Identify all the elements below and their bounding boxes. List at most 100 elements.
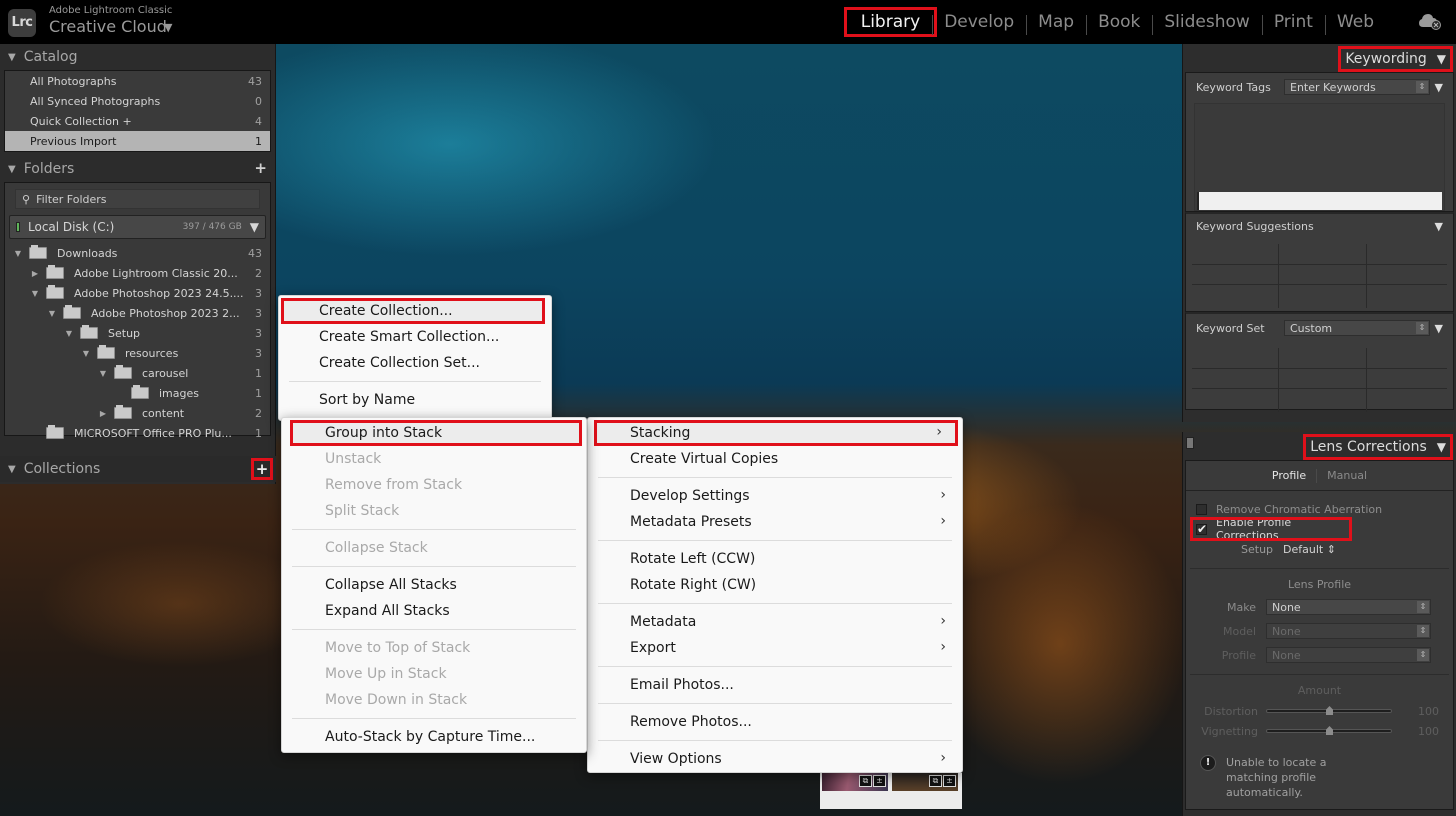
menu-item-label: Email Photos... [630,677,734,693]
menu-item-create-virtual-copies[interactable]: Create Virtual Copies [588,446,962,472]
collapse-triangle-icon[interactable]: ▼ [1435,220,1443,233]
collapse-triangle-icon[interactable]: ▼ [1435,81,1443,94]
volume-bar[interactable]: Local Disk (C:) 397 / 476 GB ▼ [9,215,266,239]
lens-corrections-header[interactable]: Lens Corrections ▼ [1183,432,1456,460]
folder-row[interactable]: ▼ resources 3 [5,343,270,363]
enable-profile-corrections-checkbox[interactable]: ✔ Enable Profile Corrections [1190,516,1352,542]
keyword-tags-area[interactable] [1194,103,1445,211]
tab-manual[interactable]: Manual [1327,469,1367,482]
menu-item-group-into-stack[interactable]: Group into Stack [290,420,582,446]
vignetting-slider[interactable] [1266,726,1392,735]
folder-row[interactable]: ▶ Adobe Lightroom Classic 20... 2 [5,263,270,283]
expand-triangle-icon[interactable]: ▶ [98,409,108,418]
profile-select[interactable]: None ⇕ [1266,647,1431,663]
menu-item-auto-stack-by-capture-time[interactable]: Auto-Stack by Capture Time... [282,724,586,750]
menu-separator [598,477,952,478]
add-folder-icon[interactable]: + [254,159,267,177]
folder-row[interactable]: ▼ Adobe Photoshop 2023 2... 3 [5,303,270,323]
folder-icon [114,365,132,379]
module-slideshow[interactable]: Slideshow [1152,12,1261,35]
identity-plate[interactable]: Creative Cloud [49,17,167,36]
keywording-title-box[interactable]: Keywording ▼ [1338,46,1453,72]
identity-caret-icon[interactable]: ▼ [164,21,172,34]
menu-separator [598,703,952,704]
menu-item-remove-photos[interactable]: Remove Photos... [588,709,962,735]
add-collection-button[interactable]: + [251,458,273,480]
folder-row[interactable]: ▼ Adobe Photoshop 2023 24.5.... 3 [5,283,270,303]
folder-row[interactable]: ▶ content 2 [5,403,270,423]
chevron-right-icon: › [940,513,946,529]
module-print[interactable]: Print [1261,12,1325,35]
module-map[interactable]: Map [1026,12,1086,35]
collapse-triangle-icon[interactable]: ▼ [64,329,74,338]
expand-triangle-icon[interactable]: ▶ [30,269,40,278]
filter-folders-input[interactable]: ⚲ Filter Folders [15,189,260,209]
menu-item-view-options[interactable]: View Options › [588,746,962,772]
catalog-item-quick-collection[interactable]: Quick Collection + 4 [5,111,270,131]
folder-row[interactable]: images 1 [5,383,270,403]
folder-row[interactable]: MICROSOFT Office PRO Plu... 1 [5,423,270,443]
slider-knob[interactable] [1326,706,1333,715]
collapse-triangle-icon[interactable]: ▼ [1435,322,1443,335]
setup-select[interactable]: Default ⇕ [1283,543,1336,556]
lens-corrections-title-box[interactable]: Lens Corrections ▼ [1303,434,1453,460]
tab-profile[interactable]: Profile [1272,469,1306,482]
menu-item-label: Export [630,640,676,656]
thumbnail[interactable]: ⧉ ± [822,773,888,791]
collapse-triangle-icon: ▼ [8,163,16,175]
folder-row[interactable]: ▼ carousel 1 [5,363,270,383]
menu-item-metadata-presets[interactable]: Metadata Presets › [588,509,962,535]
cloud-sync-status-icon[interactable] [1418,12,1442,30]
menu-item-rotate-right-cw[interactable]: Rotate Right (CW) [588,572,962,598]
folders-header[interactable]: ▼ Folders + [0,156,275,182]
stepper-icon: ⇕ [1416,81,1428,93]
folder-row[interactable]: ▼ Downloads 43 [5,243,270,263]
volume-menu-icon[interactable]: ▼ [250,220,259,234]
menu-item-develop-settings[interactable]: Develop Settings › [588,483,962,509]
distortion-slider[interactable] [1266,706,1392,715]
make-label: Make [1227,600,1256,614]
collapse-triangle-icon[interactable]: ▼ [81,349,91,358]
collapse-triangle-icon[interactable]: ▼ [30,289,40,298]
menu-item-metadata[interactable]: Metadata › [588,609,962,635]
menu-item-create-collection[interactable]: Create Collection... [281,298,545,324]
module-web[interactable]: Web [1324,12,1386,35]
keyword-input[interactable] [1197,192,1442,210]
make-select[interactable]: None ⇕ [1266,599,1431,615]
slider-knob[interactable] [1326,726,1333,735]
catalog-item-all-synced[interactable]: All Synced Photographs 0 [5,91,270,111]
folder-name: carousel [142,366,189,380]
warning-icon: ! [1200,755,1216,771]
keywording-header[interactable]: Keywording ▼ [1183,44,1456,72]
collapse-triangle-icon[interactable]: ▼ [47,309,57,318]
thumbnail[interactable]: ⧉ ± [892,773,958,791]
keyword-tags-select[interactable]: Enter Keywords ⇕ [1284,79,1430,95]
menu-separator [292,529,576,530]
folder-row[interactable]: ▼ Setup 3 [5,323,270,343]
catalog-item-all-photographs[interactable]: All Photographs 43 [5,71,270,91]
collapse-triangle-icon: ▼ [1436,440,1446,454]
panel-switch-icon[interactable] [1186,437,1194,449]
checkbox-unchecked-icon [1196,503,1207,515]
menu-item-label: Expand All Stacks [325,603,450,619]
menu-item-email-photos[interactable]: Email Photos... [588,672,962,698]
module-library[interactable]: Library [843,7,938,37]
model-select[interactable]: None ⇕ [1266,623,1431,639]
menu-item-export[interactable]: Export › [588,635,962,661]
catalog-title: Catalog [23,49,78,65]
menu-item-expand-all-stacks[interactable]: Expand All Stacks [282,598,586,624]
menu-item-collapse-all-stacks[interactable]: Collapse All Stacks [282,572,586,598]
menu-item-rotate-left-ccw[interactable]: Rotate Left (CCW) [588,546,962,572]
menu-item-create-smart-collection[interactable]: Create Smart Collection... [279,324,551,350]
keyword-set-select[interactable]: Custom ⇕ [1284,320,1430,336]
menu-item-create-collection-set[interactable]: Create Collection Set... [279,350,551,376]
collapse-triangle-icon[interactable]: ▼ [13,249,23,258]
menu-item-sort-by-name[interactable]: Sort by Name [279,387,551,413]
catalog-item-previous-import[interactable]: Previous Import 1 [5,131,270,151]
collapse-triangle-icon[interactable]: ▼ [98,369,108,378]
module-develop[interactable]: Develop [932,12,1026,35]
collections-header[interactable]: ▼ Collections + [0,456,276,482]
menu-item-stacking[interactable]: Stacking › [594,420,958,446]
module-book[interactable]: Book [1086,12,1152,35]
catalog-header[interactable]: ▼ Catalog [0,44,275,70]
